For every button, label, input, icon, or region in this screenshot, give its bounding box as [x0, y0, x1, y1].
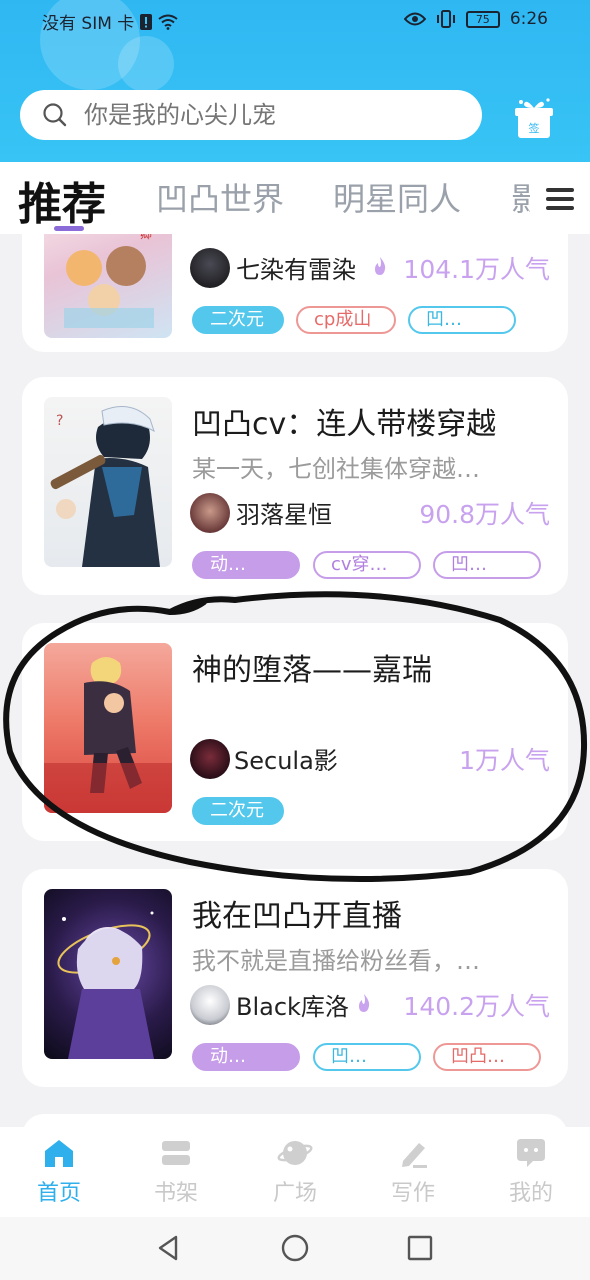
sim-alert-icon	[140, 13, 153, 30]
story-tag[interactable]: 凹…	[313, 1043, 421, 1071]
home-circle-icon[interactable]	[280, 1233, 310, 1263]
story-tag[interactable]: 二次元	[192, 797, 284, 825]
nav-write-label: 写作	[390, 1181, 435, 1206]
hot-flame-icon	[375, 257, 386, 275]
story-tag[interactable]: cp成山	[296, 306, 396, 334]
author-row: 羽落星恒 90.8万人气	[190, 493, 550, 533]
author-name[interactable]: 羽落星恒	[236, 495, 332, 530]
avatar[interactable]	[190, 985, 230, 1025]
story-description: 我不就是直播给粉丝看，…	[192, 947, 480, 975]
story-tag[interactable]: 凹凸…	[433, 1043, 541, 1071]
author-row: 七染有雷染 104.1万人气	[190, 248, 550, 288]
story-tag[interactable]: 二次元	[192, 306, 284, 334]
nav-home[interactable]: 首页	[19, 1137, 99, 1207]
nav-write[interactable]: 写作	[373, 1137, 453, 1207]
cover-art	[57, 911, 154, 1059]
tab-aotu-world[interactable]: 凹凸世界	[156, 174, 284, 220]
nav-profile-label: 我的	[508, 1181, 553, 1206]
home-icon	[45, 1140, 73, 1167]
clock: 6:26	[509, 9, 548, 29]
story-tag[interactable]: cv穿…	[313, 551, 421, 579]
story-title[interactable]: 我在凹凸开直播	[192, 891, 402, 935]
tab-recommend[interactable]: 推荐	[18, 168, 106, 232]
bottom-navigation: 首页 书架 广场 写作 我的	[0, 1127, 590, 1217]
wifi-icon	[158, 14, 178, 30]
story-title[interactable]: 凹凸cv：连人带楼穿越	[192, 399, 496, 443]
tab-star-fanfic[interactable]: 明星同人	[333, 174, 461, 220]
back-triangle-icon[interactable]	[154, 1233, 184, 1263]
sign-in-gift-icon[interactable]: 签	[512, 96, 556, 140]
story-cover	[44, 889, 172, 1059]
popularity-count: 90.8万人气	[419, 500, 550, 529]
author-row: Secula影 1万人气	[190, 739, 550, 779]
story-cover: ?	[44, 397, 172, 567]
planet-icon	[277, 1141, 313, 1165]
nav-bookshelf[interactable]: 书架	[136, 1137, 216, 1207]
story-tag[interactable]: 动…	[192, 1043, 300, 1071]
author-name[interactable]: Secula影	[234, 741, 338, 776]
story-tag[interactable]: 动…	[192, 551, 300, 579]
system-navigation-bar	[0, 1217, 590, 1280]
search-input[interactable]	[84, 101, 464, 129]
search-bar[interactable]	[20, 90, 482, 140]
nav-square[interactable]: 广场	[255, 1137, 335, 1207]
story-description: 某一天，七创社集体穿越…	[192, 455, 480, 483]
svg-text:?: ?	[56, 413, 63, 429]
story-card[interactable]: ? 凹凸cv：连人带楼穿越 某一天，七创社集体穿越… 羽落星恒 90.8万人气 …	[22, 377, 568, 595]
recents-square-icon[interactable]	[405, 1233, 435, 1263]
app-header: 没有 SIM 卡 75 6:26 你是我的心尖儿宠 签	[0, 0, 590, 162]
chat-bubble-icon	[517, 1139, 545, 1167]
author-row: Black库洛 140.2万人气	[190, 985, 550, 1025]
menu-icon[interactable]	[530, 182, 584, 218]
popularity-count: 1万人气	[459, 746, 550, 775]
nav-home-label: 首页	[36, 1181, 81, 1206]
svg-text:卿: 卿	[140, 234, 152, 241]
eye-icon	[403, 12, 426, 26]
category-tabs: 推荐 凹凸世界 明星同人 影视	[0, 162, 590, 234]
hot-flame-icon	[359, 994, 370, 1012]
popularity-count: 104.1万人气	[403, 255, 550, 284]
nav-bookshelf-label: 书架	[153, 1181, 198, 1206]
avatar[interactable]	[190, 248, 230, 288]
nav-profile[interactable]: 我的	[491, 1137, 571, 1207]
vibrate-icon	[436, 10, 455, 28]
story-feed[interactable]: 卿 七染有雷染 104.1万人气 二次元 cp成山 凹… ? 凹凸cv：连人带楼…	[0, 234, 590, 1127]
pencil-icon	[402, 1143, 427, 1168]
bookshelf-icon	[162, 1141, 190, 1165]
story-tag[interactable]: 凹…	[433, 551, 541, 579]
story-card[interactable]: 卿 七染有雷染 104.1万人气 二次元 cp成山 凹…	[22, 234, 568, 352]
author-name[interactable]: 七染有雷染	[236, 250, 356, 285]
story-title[interactable]: 神的堕落——嘉瑞	[192, 645, 432, 689]
author-name[interactable]: Black库洛	[236, 987, 349, 1022]
active-tab-indicator	[54, 226, 84, 231]
story-tag[interactable]: 凹…	[408, 306, 516, 334]
nav-square-label: 广场	[272, 1181, 317, 1206]
story-cover: 卿	[44, 234, 172, 338]
story-cover	[44, 643, 172, 813]
story-card[interactable]: 神的堕落——嘉瑞 Secula影 1万人气 二次元	[22, 623, 568, 841]
status-bar: 没有 SIM 卡 75 6:26	[0, 0, 590, 40]
decorative-bubble	[118, 36, 174, 92]
cover-art: ?	[50, 406, 160, 567]
cover-art	[44, 657, 172, 813]
avatar[interactable]	[190, 493, 230, 533]
avatar[interactable]	[190, 739, 230, 779]
carrier-text: 没有 SIM 卡	[42, 14, 135, 34]
battery-indicator: 75	[465, 10, 500, 28]
gift-label: 签	[529, 121, 540, 135]
search-icon	[43, 103, 67, 127]
cover-art: 卿	[64, 234, 154, 328]
story-card[interactable]	[22, 1114, 568, 1127]
story-card[interactable]: 我在凹凸开直播 我不就是直播给粉丝看，… Black库洛 140.2万人气 动……	[22, 869, 568, 1087]
popularity-count: 140.2万人气	[403, 992, 550, 1021]
